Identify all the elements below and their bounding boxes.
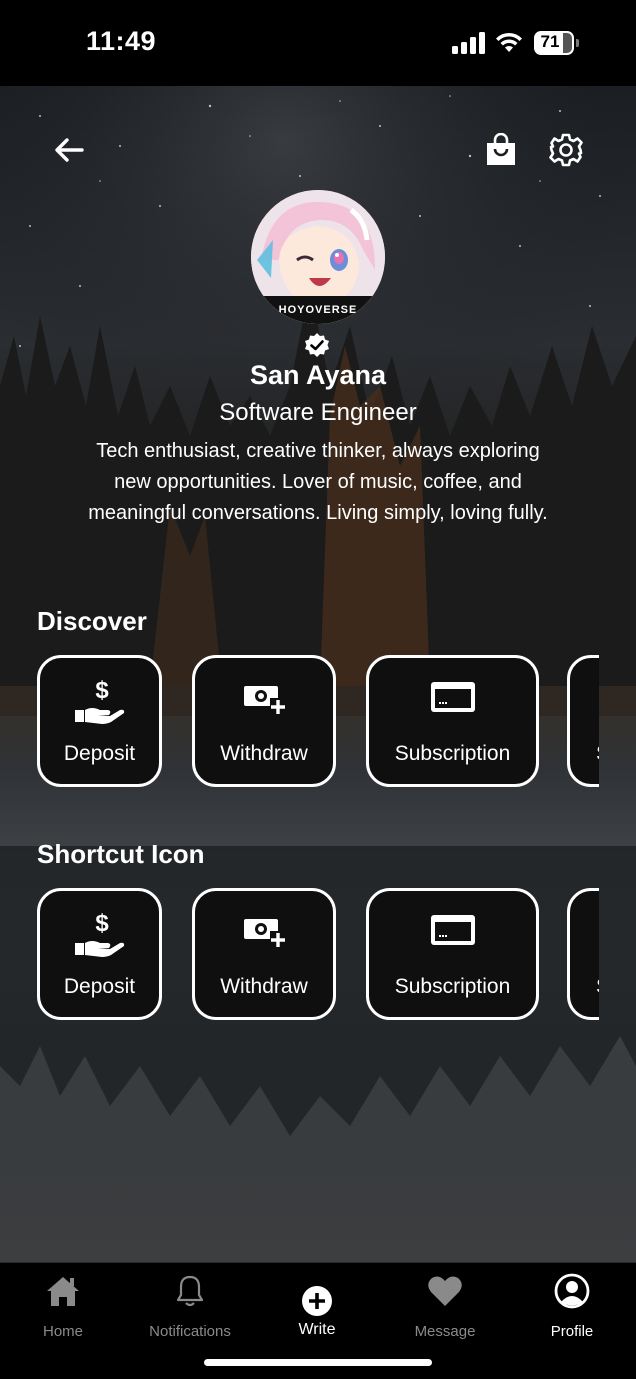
user-circle-icon [554,1273,590,1309]
money-plus-icon [244,919,286,947]
battery-icon: 71 [534,31,580,55]
profile-role: Software Engineer [219,399,417,426]
withdraw-card[interactable]: Withdraw [192,888,336,1020]
deposit-label: Deposit [63,742,136,765]
hand-dollar-icon: $ [74,910,124,957]
subscription-label: Subscription [394,975,511,998]
deposit-card[interactable]: $ Deposit [37,888,162,1020]
shopping-bag-icon [487,133,515,165]
back-button[interactable] [48,132,90,168]
cellular-signal-icon [452,32,485,54]
home-icon [47,1277,79,1306]
settings-button[interactable] [546,130,586,170]
discover-row: $ Deposit Withdraw Subscription [37,655,599,795]
verified-badge-icon [305,333,329,357]
heart-icon [428,1276,462,1306]
profile-content: HOYOVERSE San Ayana Software Engineer Te… [0,86,636,1262]
deposit-card[interactable]: $ Deposit [37,655,162,787]
discover-section-title: Discover [37,606,147,636]
svg-text:$: $ [95,910,109,937]
withdraw-label: Withdraw [220,975,308,998]
status-bar: 11:49 71 [0,0,636,86]
withdraw-label: Withdraw [220,742,308,765]
shopping-bag-button[interactable] [482,130,520,170]
tab-write[interactable]: Write [262,1273,372,1339]
gear-icon [549,133,583,167]
avatar: HOYOVERSE [251,190,385,324]
subscription-card[interactable]: Subscription [366,655,539,787]
subscription-card[interactable]: Subscription [366,888,539,1020]
status-time: 11:49 [86,26,157,56]
battery-level: 71 [540,32,560,51]
bell-icon [176,1275,204,1307]
tab-home-label: Home [42,1323,83,1340]
shortcut-section-title: Shortcut Icon [37,839,205,869]
money-plus-icon [244,686,286,714]
arrow-left-icon [55,138,84,162]
profile-name: San Ayana [249,360,387,390]
plus-circle-icon [302,1286,332,1316]
credit-card-icon [430,682,475,712]
avatar-illustration: HOYOVERSE [251,190,385,324]
withdraw-card[interactable]: Withdraw [192,655,336,787]
svg-text:$: $ [95,677,109,704]
partial-card-label: S [570,742,599,766]
partial-card[interactable]: S [567,888,599,1020]
hand-dollar-icon: $ [74,677,124,724]
partial-card[interactable]: S [567,655,599,787]
wifi-icon [496,32,522,52]
partial-card-label: S [570,975,599,999]
home-indicator[interactable] [204,1359,432,1366]
credit-card-icon [430,915,475,945]
tab-notifications[interactable]: Notifications [135,1273,245,1340]
subscription-label: Subscription [394,742,511,765]
tab-write-label: Write [298,1321,336,1338]
tab-profile-label: Profile [550,1323,594,1340]
tab-message-label: Message [414,1323,476,1340]
profile-screen: 11:49 71 HOYOVERSE San Ayana Software En… [0,0,636,1379]
tab-notifications-label: Notifications [149,1323,231,1340]
shortcut-row: $ Deposit Withdraw Subscription [37,888,599,1028]
tab-message[interactable]: Message [390,1273,500,1340]
tab-profile[interactable]: Profile [517,1273,627,1340]
avatar-caption: HOYOVERSE [279,304,358,316]
profile-bio: Tech enthusiast, creative thinker, alway… [88,440,548,524]
tab-home[interactable]: Home [8,1273,118,1340]
deposit-label: Deposit [63,975,136,998]
